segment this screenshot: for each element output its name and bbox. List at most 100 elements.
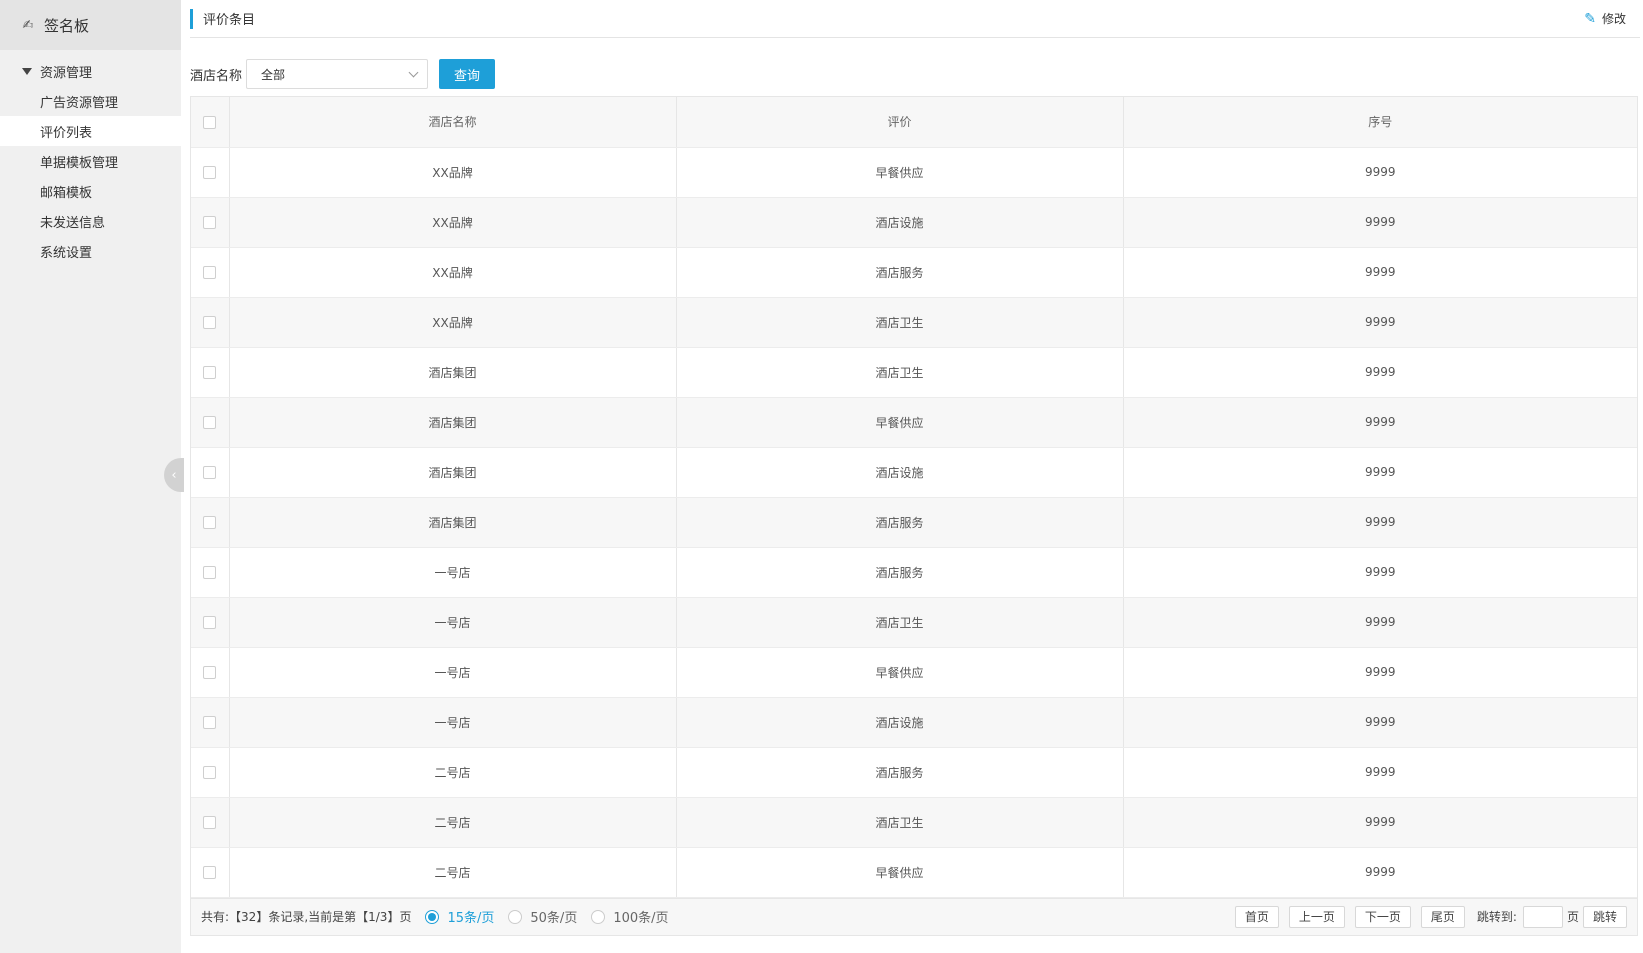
column-header-hotel-name[interactable]: 酒店名称 — [229, 97, 677, 148]
row-select-cell — [191, 597, 230, 648]
next-page-button[interactable]: 下一页 — [1354, 905, 1411, 928]
row-checkbox[interactable] — [203, 566, 217, 579]
row-checkbox[interactable] — [203, 416, 217, 429]
row-select-cell — [191, 147, 230, 198]
sidebar-item[interactable]: 邮箱模板 — [0, 176, 181, 206]
menu-group-header-resources[interactable]: 资源管理 — [0, 56, 181, 86]
page-size-radio[interactable]: 100条/页 — [591, 907, 669, 926]
row-checkbox[interactable] — [203, 516, 217, 529]
cell-review: 酒店卫生 — [676, 797, 1124, 848]
menu-group-label: 资源管理 — [40, 65, 93, 81]
column-header-sequence[interactable]: 序号 — [1123, 97, 1637, 148]
brand: ✍ 签名板 — [0, 0, 181, 50]
table-row[interactable]: 一号店 酒店服务 9999 — [191, 547, 1637, 598]
cell-hotel-name: XX品牌 — [229, 297, 677, 348]
cell-review: 酒店服务 — [676, 747, 1124, 798]
table-row[interactable]: 酒店集团 酒店卫生 9999 — [191, 347, 1637, 398]
last-page-button[interactable]: 尾页 — [1420, 905, 1465, 928]
cell-sequence: 9999 — [1123, 547, 1637, 598]
row-select-cell — [191, 797, 230, 848]
cell-review: 早餐供应 — [676, 847, 1124, 898]
cell-review: 酒店设施 — [676, 697, 1124, 748]
menu-items: 广告资源管理 评价列表 单据模板管理 邮箱模板 未发送信息 系统设置 — [0, 86, 181, 266]
select-all-checkbox[interactable] — [203, 115, 217, 129]
cell-sequence: 9999 — [1123, 397, 1637, 448]
main-content: 评价条目 ✎ 修改 酒店名称 全部 查询 酒店名称 评价 序号 XX品牌 早餐供… — [190, 0, 1640, 953]
sidebar-item[interactable]: 广告资源管理 — [0, 86, 181, 116]
page-size-label: 15条/页 — [447, 911, 495, 926]
row-checkbox[interactable] — [203, 666, 217, 679]
table-header-row: 酒店名称 评价 序号 — [191, 97, 1637, 148]
jump-page-input[interactable] — [1522, 905, 1563, 928]
cell-review: 早餐供应 — [676, 147, 1124, 198]
row-checkbox[interactable] — [203, 316, 217, 329]
sidebar-item[interactable]: 未发送信息 — [0, 206, 181, 236]
pencil-icon: ✎ — [1584, 10, 1596, 27]
table-row[interactable]: 二号店 早餐供应 9999 — [191, 847, 1637, 898]
table-row[interactable]: 酒店集团 酒店服务 9999 — [191, 497, 1637, 548]
brand-title: 签名板 — [44, 16, 90, 35]
table-row[interactable]: 一号店 酒店设施 9999 — [191, 697, 1637, 748]
cell-sequence: 9999 — [1123, 247, 1637, 298]
table-row[interactable]: 二号店 酒店卫生 9999 — [191, 797, 1637, 848]
cell-hotel-name: 酒店集团 — [229, 347, 677, 398]
cell-hotel-name: 酒店集团 — [229, 397, 677, 448]
menu-group-resources: 资源管理 广告资源管理 评价列表 单据模板管理 邮箱模板 未发送信息 系统设置 — [0, 56, 181, 266]
row-select-cell — [191, 847, 230, 898]
edit-button[interactable]: ✎ 修改 — [1584, 10, 1626, 27]
chevron-left-icon: ‹ — [171, 467, 177, 483]
row-select-cell — [191, 547, 230, 598]
row-checkbox[interactable] — [203, 866, 217, 879]
cell-hotel-name: 一号店 — [229, 697, 677, 748]
cell-sequence: 9999 — [1123, 497, 1637, 548]
table-row[interactable]: XX品牌 早餐供应 9999 — [191, 147, 1637, 198]
query-button[interactable]: 查询 — [439, 59, 496, 89]
cell-sequence: 9999 — [1123, 197, 1637, 248]
row-select-cell — [191, 247, 230, 298]
hotel-name-select[interactable]: 全部 — [246, 59, 429, 89]
jump-to-label: 跳转到: — [1476, 910, 1517, 924]
jump-button[interactable]: 跳转 — [1582, 905, 1627, 928]
cell-review: 早餐供应 — [676, 647, 1124, 698]
cell-hotel-name: 二号店 — [229, 747, 677, 798]
cell-review: 酒店服务 — [676, 547, 1124, 598]
page-size-radio[interactable]: 50条/页 — [508, 907, 577, 926]
cell-review: 酒店设施 — [676, 197, 1124, 248]
sidebar-collapse-handle[interactable]: ‹ — [164, 458, 184, 492]
sidebar: ✍ 签名板 资源管理 广告资源管理 评价列表 单据模板管理 邮箱模板 未发送信息 系统设置… — [0, 0, 184, 953]
row-checkbox[interactable] — [203, 816, 217, 829]
filter-bar: 酒店名称 全部 查询 — [190, 52, 1640, 96]
table-row[interactable]: XX品牌 酒店设施 9999 — [191, 197, 1637, 248]
cell-review: 酒店卫生 — [676, 597, 1124, 648]
cell-sequence: 9999 — [1123, 697, 1637, 748]
table-row[interactable]: 酒店集团 早餐供应 9999 — [191, 397, 1637, 448]
column-header-review[interactable]: 评价 — [676, 97, 1124, 148]
row-checkbox[interactable] — [203, 466, 217, 479]
table-row[interactable]: 酒店集团 酒店设施 9999 — [191, 447, 1637, 498]
table-row[interactable]: 二号店 酒店服务 9999 — [191, 747, 1637, 798]
cell-sequence: 9999 — [1123, 147, 1637, 198]
sidebar-item[interactable]: 评价列表 — [0, 116, 181, 146]
row-select-cell — [191, 197, 230, 248]
row-select-cell — [191, 647, 230, 698]
cell-sequence: 9999 — [1123, 647, 1637, 698]
row-checkbox[interactable] — [203, 266, 217, 279]
row-checkbox[interactable] — [203, 616, 217, 629]
table-row[interactable]: XX品牌 酒店卫生 9999 — [191, 297, 1637, 348]
prev-page-button[interactable]: 上一页 — [1288, 905, 1345, 928]
table-row[interactable]: XX品牌 酒店服务 9999 — [191, 247, 1637, 298]
signature-icon: ✍ — [22, 17, 34, 33]
first-page-button[interactable]: 首页 — [1234, 905, 1279, 928]
cell-hotel-name: 二号店 — [229, 847, 677, 898]
sidebar-item[interactable]: 系统设置 — [0, 236, 181, 266]
table-row[interactable]: 一号店 早餐供应 9999 — [191, 647, 1637, 698]
sidebar-item[interactable]: 单据模板管理 — [0, 146, 181, 176]
row-checkbox[interactable] — [203, 366, 217, 379]
row-checkbox[interactable] — [203, 166, 217, 179]
row-checkbox[interactable] — [203, 766, 217, 779]
row-checkbox[interactable] — [203, 216, 217, 229]
cell-sequence: 9999 — [1123, 747, 1637, 798]
page-size-radio[interactable]: 15条/页 — [425, 907, 494, 926]
row-checkbox[interactable] — [203, 716, 217, 729]
table-row[interactable]: 一号店 酒店卫生 9999 — [191, 597, 1637, 648]
